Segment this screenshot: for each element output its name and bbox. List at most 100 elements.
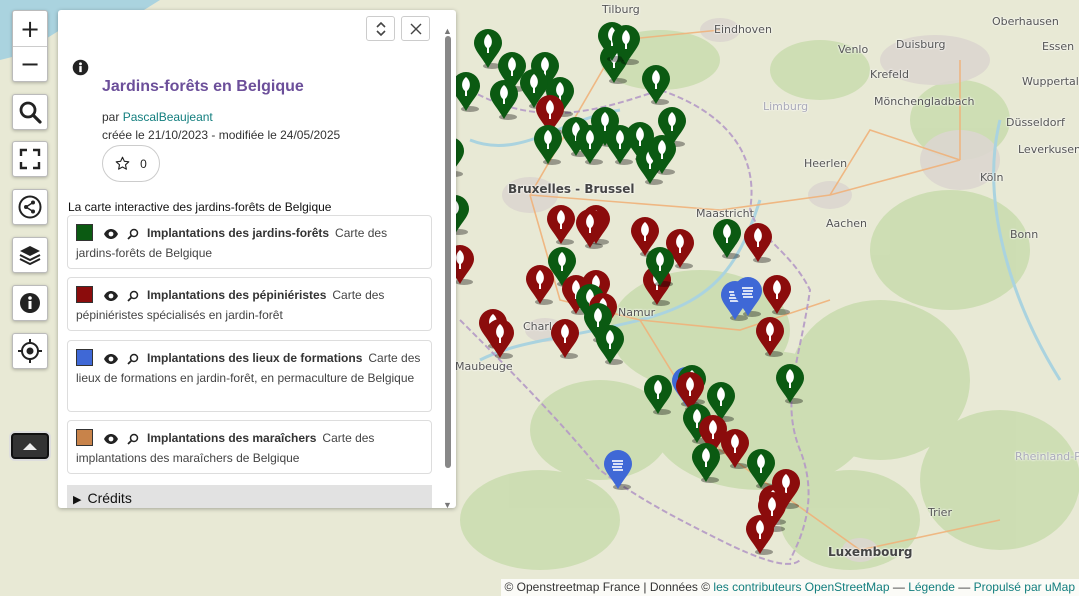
forest-garden-marker[interactable] [593, 322, 627, 366]
credits-label: Crédits [87, 490, 132, 506]
place-label: Köln [980, 171, 1004, 184]
place-label: Namur [618, 306, 656, 319]
place-label: Duisburg [896, 38, 946, 51]
layer-color-swatch [76, 429, 93, 446]
place-label: Bruxelles - Brussel [508, 182, 635, 196]
map-title: Jardins-forêts en Belgique [102, 78, 304, 95]
layer-item[interactable]: Implantations des maraîchers Carte des im… [67, 420, 432, 474]
layer-name: Implantations des pépiniéristes [147, 288, 327, 302]
layer-name: Implantations des maraîchers [147, 431, 317, 445]
nursery-marker[interactable] [760, 272, 794, 316]
info-button[interactable] [12, 285, 48, 321]
place-label: Wuppertal [1022, 75, 1079, 88]
close-icon [410, 23, 421, 34]
forest-garden-marker[interactable] [643, 244, 677, 288]
umap-link[interactable]: Propulsé par uMap [974, 580, 1075, 594]
place-label: Maubeuge [455, 360, 513, 373]
layers-icon [19, 246, 41, 266]
eye-icon[interactable] [103, 353, 119, 370]
fullscreen-button[interactable] [12, 141, 48, 177]
place-label: Trier [928, 506, 952, 519]
zoom-in-button[interactable]: + [13, 11, 47, 46]
scrollbar-thumb[interactable] [445, 36, 451, 468]
eye-icon[interactable] [103, 290, 119, 307]
scroll-down-icon[interactable]: ▼ [443, 500, 452, 508]
place-label: Luxembourg [828, 545, 913, 559]
place-label: Eindhoven [714, 23, 772, 36]
place-label: Leverkusen [1018, 143, 1079, 156]
layer-color-swatch [76, 349, 93, 366]
triangle-right-icon: ▶ [73, 494, 82, 506]
place-label: Rheinland-Pfalz [1015, 450, 1079, 463]
nursery-marker[interactable] [753, 314, 787, 358]
forest-garden-marker[interactable] [487, 77, 521, 121]
place-label: Krefeld [870, 68, 909, 81]
credits-toggle[interactable]: ▶ Crédits [67, 485, 432, 508]
star-button[interactable]: 0 [102, 145, 160, 182]
place-label: Oberhausen [992, 15, 1059, 28]
nursery-marker[interactable] [483, 316, 517, 360]
layer-color-swatch [76, 286, 93, 303]
place-label: Tilburg [602, 3, 640, 16]
search-icon [19, 101, 42, 124]
zoom-to-layer-icon[interactable] [127, 433, 139, 450]
eye-icon[interactable] [103, 433, 119, 450]
author-line: par PascalBeaujeant [102, 110, 213, 124]
place-label: Essen [1042, 40, 1075, 53]
forest-garden-marker[interactable] [609, 22, 643, 66]
attribution-separator: — [958, 580, 971, 594]
place-label: Venlo [838, 43, 869, 56]
zoom-out-button[interactable]: − [13, 46, 47, 81]
forest-garden-marker[interactable] [710, 216, 744, 260]
author-link[interactable]: PascalBeaujeant [123, 110, 213, 124]
fullscreen-icon [19, 148, 41, 170]
nursery-marker[interactable] [743, 512, 777, 556]
attribution-osm-france: © Openstreetmap France | Données © [504, 580, 711, 594]
map-dates: créée le 21/10/2023 - modifiée le 24/05/… [102, 128, 341, 142]
zoom-control: + − [12, 10, 48, 82]
star-count: 0 [140, 156, 147, 171]
layer-item[interactable]: Implantations des lieux de formations Car… [67, 340, 432, 412]
panel-resize-button[interactable] [366, 16, 395, 41]
forest-garden-marker[interactable] [773, 361, 807, 405]
share-button[interactable] [12, 189, 48, 225]
map-description: La carte interactive des jardins-forêts … [68, 200, 332, 214]
place-label: Mönchengladbach [874, 95, 975, 108]
star-icon [115, 156, 130, 170]
attribution-separator: — [892, 580, 905, 594]
forest-garden-marker[interactable] [639, 62, 673, 106]
forest-garden-marker[interactable] [645, 132, 679, 176]
layer-name: Implantations des lieux de formations [147, 351, 363, 365]
zoom-to-layer-icon[interactable] [127, 228, 139, 245]
layers-button[interactable] [12, 237, 48, 273]
minimap-toggle-button[interactable] [11, 433, 49, 459]
zoom-to-layer-icon[interactable] [127, 290, 139, 307]
layer-name: Implantations des jardins-forêts [147, 226, 330, 240]
nursery-marker[interactable] [741, 220, 775, 264]
search-button[interactable] [12, 94, 48, 130]
layer-color-swatch [76, 224, 93, 241]
place-label: Heerlen [804, 157, 848, 170]
formation-marker[interactable] [601, 447, 635, 491]
forest-garden-marker[interactable] [573, 122, 607, 166]
layer-item[interactable]: Implantations des pépiniéristes Carte des… [67, 277, 432, 331]
locate-button[interactable] [12, 333, 48, 369]
eye-icon[interactable] [103, 228, 119, 245]
scroll-up-icon[interactable]: ▲ [443, 26, 452, 36]
layer-item[interactable]: Implantations des jardins-forêts Carte de… [67, 215, 432, 269]
legend-link[interactable]: Légende [908, 580, 955, 594]
info-icon [20, 293, 40, 313]
panel-scrollbar[interactable]: ▲ ▼ [442, 26, 454, 508]
panel-close-button[interactable] [401, 16, 430, 41]
caret-up-icon [23, 443, 37, 450]
place-label: Aachen [826, 217, 868, 230]
place-label: Bonn [1010, 228, 1039, 241]
share-icon [18, 195, 42, 219]
nursery-marker[interactable] [548, 316, 582, 360]
caption-panel: Jardins-forêts en Belgique par PascalBea… [58, 10, 456, 508]
attribution-contributors-link[interactable]: les contributeurs OpenStreetMap [713, 580, 889, 594]
zoom-to-layer-icon[interactable] [127, 353, 139, 370]
forest-garden-marker[interactable] [689, 440, 723, 484]
locate-icon [18, 339, 42, 363]
place-label: Düsseldorf [1006, 116, 1065, 129]
